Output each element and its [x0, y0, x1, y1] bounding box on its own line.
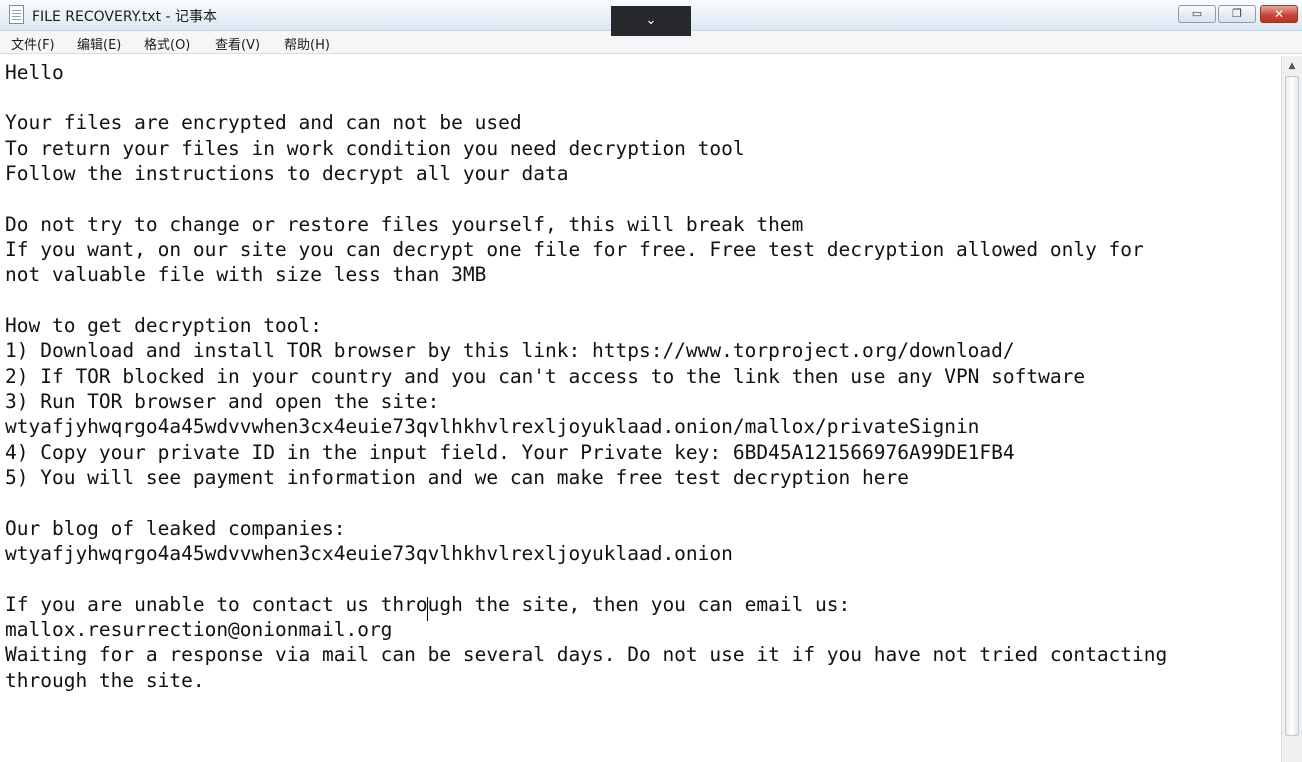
text-line: 5) You will see payment information and …	[5, 466, 909, 489]
window-title: FILE RECOVERY.txt - 记事本	[32, 9, 218, 25]
text-line: To return your files in work condition y…	[5, 137, 745, 160]
text-editor-area[interactable]: Hello Your files are encrypted and can n…	[1, 56, 1280, 762]
collapse-overlay-button[interactable]: ⌄	[611, 6, 691, 36]
text-line: Hello	[5, 61, 64, 84]
notepad-icon	[9, 5, 24, 24]
close-icon: ✕	[1273, 7, 1285, 21]
text-line: through the site.	[5, 669, 205, 692]
scroll-up-arrow-icon[interactable]: ▲	[1284, 58, 1300, 74]
menu-format[interactable]: 格式(O)	[144, 34, 190, 53]
menu-help[interactable]: 帮助(H)	[284, 34, 330, 53]
text-line: not valuable file with size less than 3M…	[5, 263, 487, 286]
text-line: Our blog of leaked companies:	[5, 517, 346, 540]
chevron-down-icon: ⌄	[645, 13, 657, 28]
text-line: Do not try to change or restore files yo…	[5, 213, 804, 236]
text-line: 2) If TOR blocked in your country and yo…	[5, 365, 1086, 388]
text-line: Your files are encrypted and can not be …	[5, 111, 522, 134]
maximize-button[interactable]: ❐	[1218, 5, 1256, 23]
menu-edit[interactable]: 编辑(E)	[77, 34, 121, 53]
restore-icon: ❐	[1232, 7, 1242, 20]
text-caret	[427, 597, 428, 621]
text-line: If you want, on our site you can decrypt…	[5, 238, 1144, 261]
text-line: Waiting for a response via mail can be s…	[5, 643, 1168, 666]
minimize-button[interactable]: ▭	[1178, 5, 1216, 23]
text-line: wtyafjyhwqrgo4a45wdvvwhen3cx4euie73qvlhk…	[5, 415, 980, 438]
text-line: wtyafjyhwqrgo4a45wdvvwhen3cx4euie73qvlhk…	[5, 542, 733, 565]
text-line: How to get decryption tool:	[5, 314, 322, 337]
menu-view[interactable]: 查看(V)	[215, 34, 260, 53]
text-line: 3) Run TOR browser and open the site:	[5, 390, 440, 413]
minimize-icon: ▭	[1191, 7, 1203, 20]
text-line: Follow the instructions to decrypt all y…	[5, 162, 569, 185]
vertical-scrollbar[interactable]: ▲	[1281, 56, 1302, 762]
text-line: 4) Copy your private ID in the input fie…	[5, 441, 1015, 464]
scroll-thumb[interactable]	[1285, 76, 1299, 736]
text-line: mallox.resurrection@onionmail.org	[5, 618, 393, 641]
menu-file[interactable]: 文件(F)	[11, 34, 55, 53]
close-button[interactable]: ✕	[1260, 5, 1298, 23]
text-line: 1) Download and install TOR browser by t…	[5, 339, 1015, 362]
